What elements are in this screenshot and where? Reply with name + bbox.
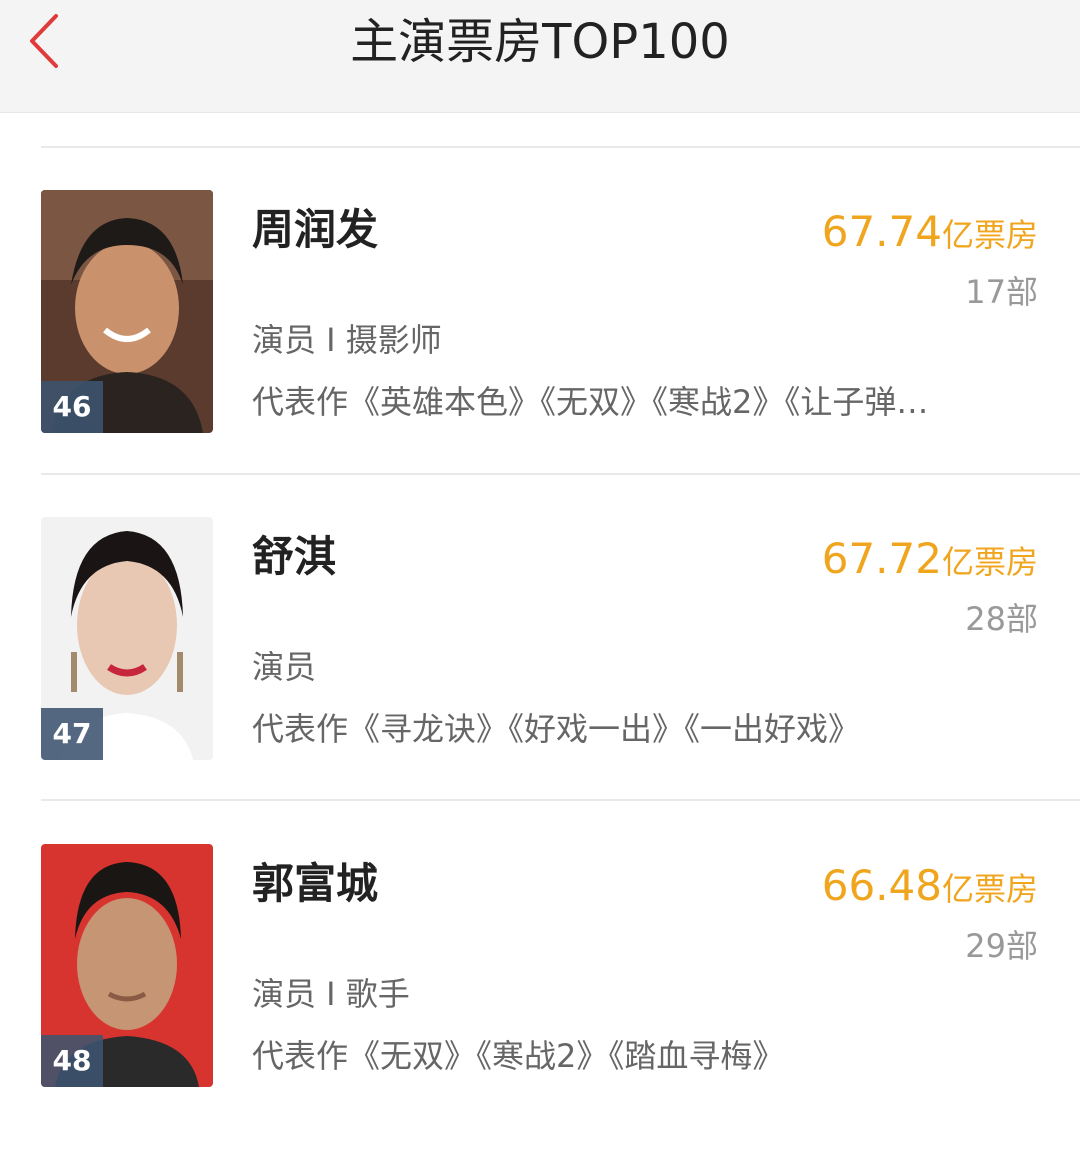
divider bbox=[41, 473, 1080, 475]
actor-name: 舒淇 bbox=[252, 532, 337, 581]
divider bbox=[41, 799, 1080, 801]
top-bar: 主演票房TOP100 bbox=[0, 0, 1080, 113]
film-count: 29部 bbox=[965, 927, 1038, 965]
list-item[interactable]: 48 郭富城 66.48亿票房 29部 演员 I 歌手 代表作《无双》《寒战2》… bbox=[0, 844, 1080, 1174]
actor-roles: 演员 bbox=[252, 648, 317, 686]
box-office: 67.74亿票房 bbox=[822, 208, 1038, 259]
box-office: 67.72亿票房 bbox=[822, 535, 1038, 586]
rank-badge: 48 bbox=[41, 1035, 103, 1087]
box-office-unit: 亿票房 bbox=[941, 543, 1038, 581]
divider bbox=[41, 146, 1080, 148]
actor-name: 周润发 bbox=[252, 205, 379, 254]
box-office-unit: 亿票房 bbox=[941, 216, 1038, 254]
film-count: 17部 bbox=[965, 273, 1038, 311]
box-office-value: 66.48 bbox=[821, 861, 942, 910]
box-office-value: 67.72 bbox=[821, 534, 942, 583]
box-office-unit: 亿票房 bbox=[941, 870, 1038, 908]
actor-name: 郭富城 bbox=[252, 859, 379, 908]
rank-badge: 46 bbox=[41, 381, 103, 433]
box-office: 66.48亿票房 bbox=[822, 862, 1038, 913]
box-office-value: 67.74 bbox=[821, 207, 942, 256]
actor-roles: 演员 I 摄影师 bbox=[252, 321, 442, 359]
representative-works: 代表作《英雄本色》《无双》《寒战2》《让子弹… bbox=[252, 383, 929, 421]
representative-works: 代表作《无双》《寒战2》《踏血寻梅》 bbox=[252, 1037, 785, 1075]
representative-works: 代表作《寻龙诀》《好戏一出》《一出好戏》 bbox=[252, 710, 861, 748]
list-item[interactable]: 46 周润发 67.74亿票房 17部 演员 I 摄影师 代表作《英雄本色》《无… bbox=[0, 190, 1080, 520]
rank-badge: 47 bbox=[41, 708, 103, 760]
actor-roles: 演员 I 歌手 bbox=[252, 975, 410, 1013]
film-count: 28部 bbox=[965, 600, 1038, 638]
list-item[interactable]: 47 舒淇 67.72亿票房 28部 演员 代表作《寻龙诀》《好戏一出》《一出好… bbox=[0, 517, 1080, 847]
page-title: 主演票房TOP100 bbox=[350, 14, 730, 70]
